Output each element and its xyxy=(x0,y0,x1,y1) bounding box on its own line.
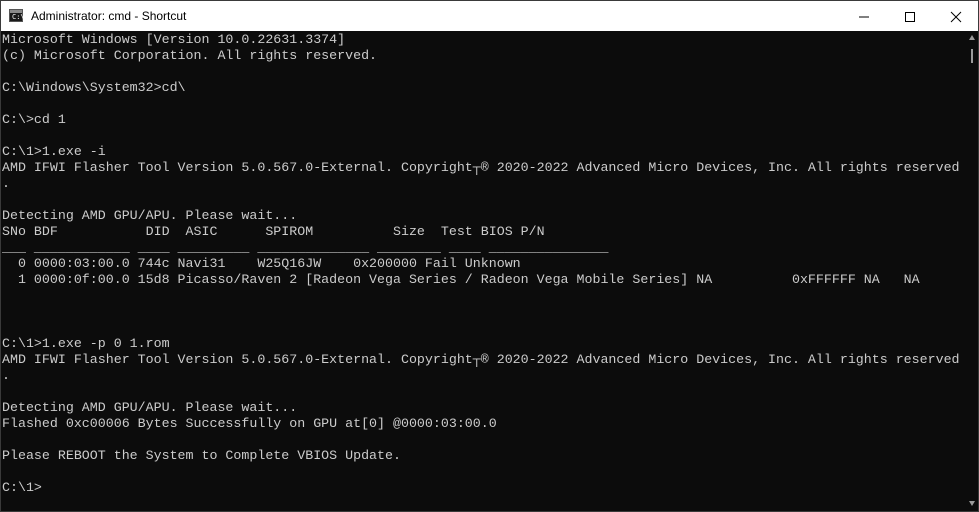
console-window: C:\ Administrator: cmd - Shortcut Micros… xyxy=(0,0,979,512)
console-line: . xyxy=(2,176,10,191)
console-output[interactable]: Microsoft Windows [Version 10.0.22631.33… xyxy=(2,31,966,511)
console-line: ___ ____________ ____ _________ ________… xyxy=(2,240,609,255)
vertical-scrollbar[interactable] xyxy=(966,31,978,511)
window-title: Administrator: cmd - Shortcut xyxy=(31,9,187,23)
console-line: 0 0000:03:00.0 744c Navi31 W25Q16JW 0x20… xyxy=(2,256,521,271)
console-line: Please REBOOT the System to Complete VBI… xyxy=(2,448,401,463)
title-bar[interactable]: C:\ Administrator: cmd - Shortcut xyxy=(1,1,978,31)
console-line: C:\Windows\System32>cd\ xyxy=(2,80,186,95)
scroll-down-arrow-icon[interactable] xyxy=(969,501,975,506)
maximize-icon xyxy=(905,12,915,22)
console-line: . xyxy=(2,368,10,383)
cmd-icon-prompt: C:\ xyxy=(12,13,25,21)
close-button[interactable] xyxy=(933,1,978,31)
console-line: AMD IFWI Flasher Tool Version 5.0.567.0-… xyxy=(2,352,960,367)
minimize-button[interactable] xyxy=(841,1,887,31)
scroll-thumb[interactable] xyxy=(971,49,973,63)
console-line: C:\1> xyxy=(2,480,42,495)
close-icon xyxy=(950,11,962,23)
console-line: C:\1>1.exe -i xyxy=(2,144,106,159)
cmd-app-icon[interactable]: C:\ xyxy=(9,9,25,22)
minimize-icon xyxy=(859,16,869,18)
console-line: (c) Microsoft Corporation. All rights re… xyxy=(2,48,378,63)
console-line: Flashed 0xc00006 Bytes Successfully on G… xyxy=(2,416,497,431)
console-line: AMD IFWI Flasher Tool Version 5.0.567.0-… xyxy=(2,160,960,175)
console-line: C:\>cd 1 xyxy=(2,112,66,127)
console-line: Microsoft Windows [Version 10.0.22631.33… xyxy=(2,32,346,47)
console-line: C:\1>1.exe -p 0 1.rom xyxy=(2,336,170,351)
console-line: SNo BDF DID ASIC SPIROM Size Test BIOS P… xyxy=(2,224,545,239)
maximize-button[interactable] xyxy=(887,1,933,31)
console-line: Detecting AMD GPU/APU. Please wait... xyxy=(2,208,298,223)
console-line: Detecting AMD GPU/APU. Please wait... xyxy=(2,400,298,415)
scroll-up-arrow-icon[interactable] xyxy=(969,35,975,40)
console-line: 1 0000:0f:00.0 15d8 Picasso/Raven 2 [Rad… xyxy=(2,272,920,287)
